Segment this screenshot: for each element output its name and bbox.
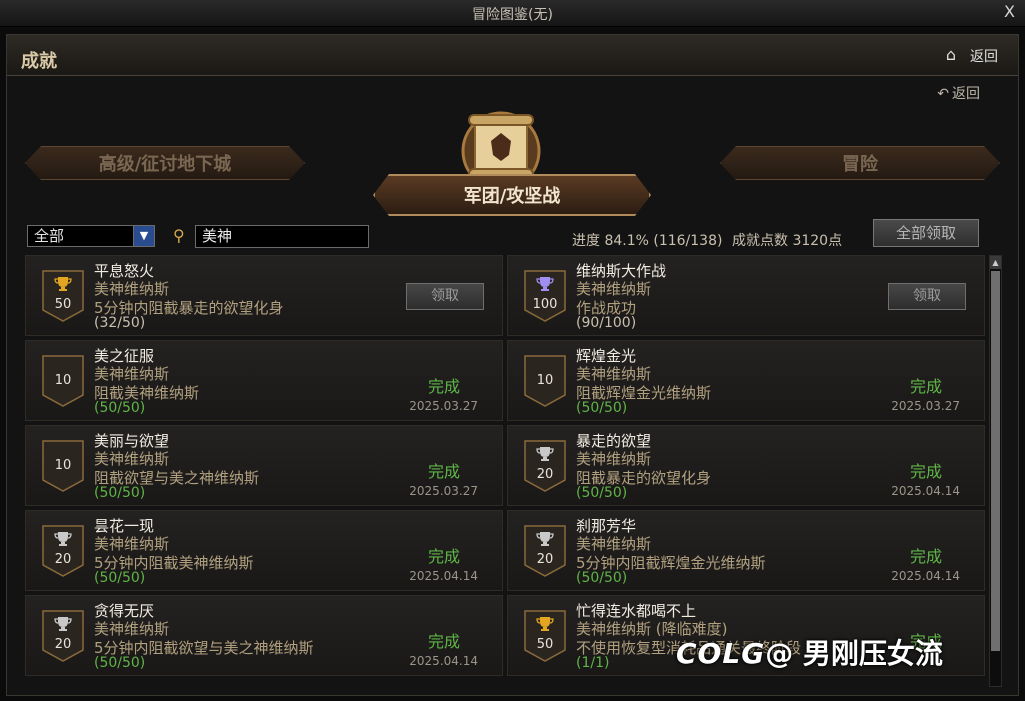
achievement-category: 美神维纳斯 bbox=[576, 365, 652, 383]
badge-points: 20 bbox=[54, 637, 72, 652]
close-icon[interactable]: X bbox=[1004, 2, 1015, 21]
completion-date: 2025.04.14 bbox=[891, 569, 960, 583]
claim-button[interactable]: 领取 bbox=[406, 283, 484, 310]
badge-points: 10 bbox=[536, 373, 554, 388]
points-badge: 10 bbox=[42, 440, 84, 492]
completion-date: 2025.04.14 bbox=[409, 654, 478, 668]
claim-all-button[interactable]: 全部领取 bbox=[873, 219, 979, 247]
search-input[interactable]: 美神 bbox=[195, 225, 369, 248]
list-scrollbar[interactable]: ▲ bbox=[989, 255, 1002, 687]
points-badge: 10 bbox=[524, 355, 566, 407]
watermark-logo: COLG bbox=[676, 637, 766, 670]
status-badge: 完成 bbox=[909, 377, 942, 396]
category-select[interactable]: 全部 ▼ bbox=[27, 225, 155, 247]
achievement-category: 美神维纳斯 bbox=[576, 535, 652, 553]
achievement-category: 美神维纳斯 bbox=[94, 450, 170, 468]
completion-date: 2025.04.14 bbox=[891, 484, 960, 498]
page-title: 成就 bbox=[21, 51, 57, 72]
badge-points: 10 bbox=[54, 458, 72, 473]
badge-points: 20 bbox=[54, 552, 72, 567]
achievement-card: 10 美之征服 美神维纳斯 阻截美神维纳斯 (50/50) 完成 2025.03.27 bbox=[25, 340, 503, 421]
achievement-progress: (50/50) bbox=[94, 570, 146, 586]
status-badge: 完成 bbox=[909, 462, 942, 481]
search-icon: ⚲ bbox=[173, 226, 185, 245]
return-arrow-icon: ↶ bbox=[937, 86, 949, 102]
achievement-card: 20 刹那芳华 美神维纳斯 5分钟内阻截辉煌金光维纳斯 (50/50) 完成 2025.04… bbox=[507, 510, 985, 591]
points-badge: 10 bbox=[42, 355, 84, 407]
scroll-thumb[interactable] bbox=[991, 271, 1000, 651]
watermark-text: @ 男刚压女流 bbox=[765, 637, 943, 670]
chevron-down-icon[interactable]: ▼ bbox=[133, 226, 154, 246]
header-back-button[interactable]: 返回 bbox=[970, 46, 998, 66]
achievement-category: 美神维纳斯 bbox=[576, 280, 652, 298]
scroll-up-icon[interactable]: ▲ bbox=[990, 256, 1001, 269]
points-badge: 100 bbox=[524, 270, 566, 322]
achievement-category: 美神维纳斯 bbox=[94, 535, 170, 553]
points-badge: 20 bbox=[42, 610, 84, 662]
points-badge: 20 bbox=[524, 440, 566, 492]
achievement-category: 美神维纳斯 bbox=[576, 450, 652, 468]
completion-date: 2025.03.27 bbox=[409, 484, 478, 498]
watermark: COLG@ 男刚压女流 bbox=[676, 632, 943, 672]
achievement-progress: (1/1) bbox=[576, 655, 610, 671]
achievement-card: 20 贪得无厌 美神维纳斯 5分钟内阻截欲望与美之神维纳斯 (50/50) 完成 2025.… bbox=[25, 595, 503, 676]
completion-date: 2025.04.14 bbox=[409, 569, 478, 583]
claim-button[interactable]: 领取 bbox=[888, 283, 966, 310]
achievement-card: 20 昙花一现 美神维纳斯 5分钟内阻截美神维纳斯 (50/50) 完成 2025.04.1… bbox=[25, 510, 503, 591]
status-badge: 完成 bbox=[427, 547, 460, 566]
achievement-progress: (32/50) bbox=[94, 315, 146, 331]
tab-adventure[interactable]: 冒险 bbox=[720, 146, 1000, 180]
achievement-list: 50 平息怒火 美神维纳斯 5分钟内阻截暴走的欲望化身 (32/50) 领取 100 维纳斯大… bbox=[25, 255, 989, 687]
status-badge: 完成 bbox=[427, 632, 460, 651]
status-badge: 完成 bbox=[427, 462, 460, 481]
points-badge: 20 bbox=[42, 525, 84, 577]
achievements-panel: 成就 ⌂ 返回 ↶ 返回 高级/征讨地下城 冒险 军团/攻坚战 全部 ▼ ⚲ 美神… bbox=[6, 34, 1019, 696]
window-titlebar: 冒险图鉴(无) X bbox=[0, 0, 1025, 27]
progress-summary: 进度 84.1% (116/138) bbox=[572, 233, 723, 249]
achievement-category: 美神维纳斯 bbox=[94, 365, 170, 383]
status-badge: 完成 bbox=[909, 547, 942, 566]
home-icon[interactable]: ⌂ bbox=[946, 45, 956, 64]
completion-date: 2025.03.27 bbox=[409, 399, 478, 413]
badge-points: 10 bbox=[54, 373, 72, 388]
points-summary: 成就点数 3120点 bbox=[732, 233, 843, 249]
badge-points: 50 bbox=[54, 297, 72, 312]
achievement-card: 50 平息怒火 美神维纳斯 5分钟内阻截暴走的欲望化身 (32/50) 领取 bbox=[25, 255, 503, 336]
achievement-progress: (90/100) bbox=[576, 315, 637, 331]
achievement-progress: (50/50) bbox=[94, 485, 146, 501]
achievement-progress: (50/50) bbox=[576, 570, 628, 586]
points-badge: 20 bbox=[524, 525, 566, 577]
points-badge: 50 bbox=[42, 270, 84, 322]
achievement-progress: (50/50) bbox=[94, 655, 146, 671]
badge-points: 20 bbox=[536, 467, 554, 482]
window-title: 冒险图鉴(无) bbox=[472, 7, 553, 23]
badge-points: 20 bbox=[536, 552, 554, 567]
sub-back-label: 返回 bbox=[952, 86, 980, 102]
achievement-card: 10 辉煌金光 美神维纳斯 阻截辉煌金光维纳斯 (50/50) 完成 2025.03.27 bbox=[507, 340, 985, 421]
badge-points: 100 bbox=[532, 297, 558, 312]
achievement-card: 10 美丽与欲望 美神维纳斯 阻截欲望与美之神维纳斯 (50/50) 完成 2025.03.… bbox=[25, 425, 503, 506]
badge-points: 50 bbox=[536, 637, 554, 652]
achievement-category: 美神维纳斯 bbox=[94, 620, 170, 638]
achievement-progress: (50/50) bbox=[576, 485, 628, 501]
achievement-category: 美神维纳斯 bbox=[94, 280, 170, 298]
category-select-value: 全部 bbox=[34, 227, 65, 245]
points-badge: 50 bbox=[524, 610, 566, 662]
sub-back-button[interactable]: ↶ 返回 bbox=[937, 83, 980, 103]
achievement-progress: (50/50) bbox=[94, 400, 146, 416]
achievement-card: 100 维纳斯大作战 美神维纳斯 作战成功 (90/100) 领取 bbox=[507, 255, 985, 336]
completion-date: 2025.03.27 bbox=[891, 399, 960, 413]
tab-legion-raid[interactable]: 军团/攻坚战 bbox=[373, 174, 651, 216]
status-badge: 完成 bbox=[427, 377, 460, 396]
achievement-progress: (50/50) bbox=[576, 400, 628, 416]
panel-header: 成就 ⌂ 返回 bbox=[7, 35, 1018, 76]
tab-advanced-dungeon[interactable]: 高级/征讨地下城 bbox=[25, 146, 305, 180]
achievement-card: 20 暴走的欲望 美神维纳斯 阻截暴走的欲望化身 (50/50) 完成 2025.04.14 bbox=[507, 425, 985, 506]
